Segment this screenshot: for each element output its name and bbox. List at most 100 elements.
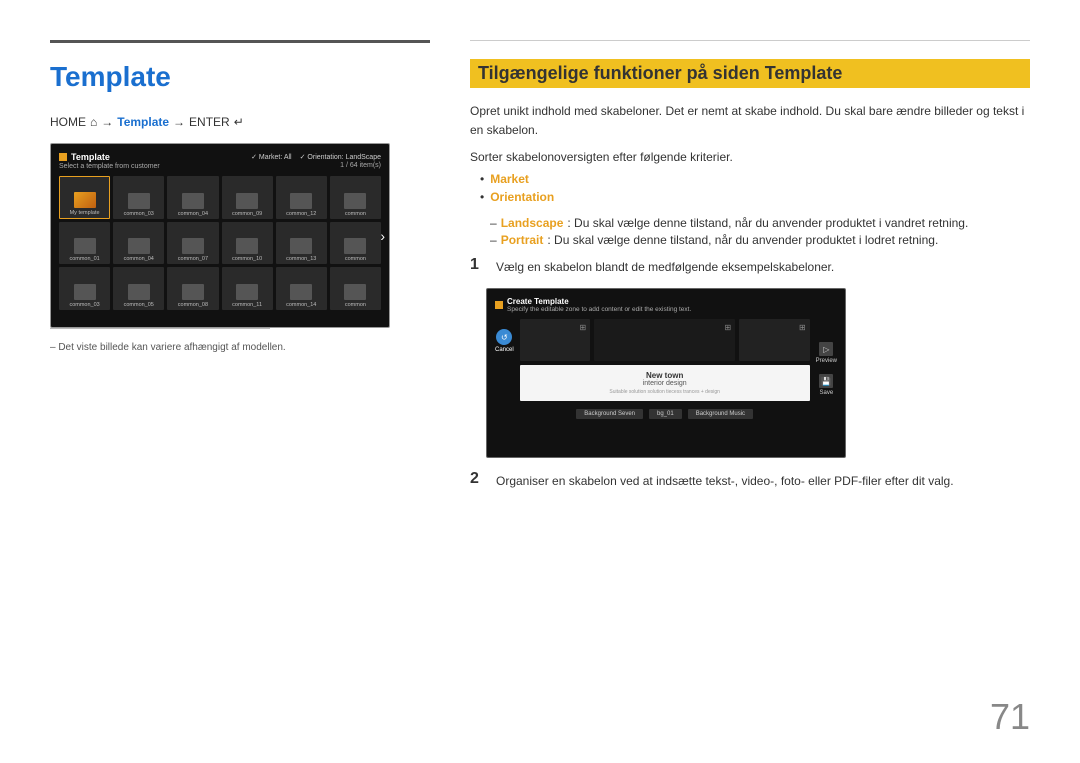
template-cell-my[interactable]: My template — [59, 176, 110, 219]
template-cell-16[interactable]: common_14 — [276, 267, 327, 310]
template-note: – Det viste billede kan variere afhængig… — [50, 342, 430, 353]
step-1-number: 1 — [470, 256, 486, 274]
cell-label-13: common_05 — [124, 302, 154, 308]
ct-subtitle: Specify the editable zone to add content… — [507, 306, 691, 313]
arrow2: → — [173, 115, 185, 129]
template-cell-14[interactable]: common_08 — [167, 267, 218, 310]
ct-screen-right: ⊞ — [739, 319, 810, 361]
cell-label-my: My template — [70, 210, 100, 216]
ct-body: ↺ Cancel ⊞ ⊞ ⊞ — [495, 319, 837, 419]
template-cell-8[interactable]: common_07 — [167, 222, 218, 265]
cell-label-9: common_10 — [232, 256, 262, 262]
left-column: Template HOME ⌂ → Template → ENTER ↵ Tem… — [50, 40, 430, 733]
page-title: Template — [50, 61, 430, 93]
cell-label-15: common_11 — [232, 302, 262, 308]
template-cell-12[interactable]: common_03 — [59, 267, 110, 310]
template-cell-13[interactable]: common_05 — [113, 267, 164, 310]
ct-screens: ⊞ ⊞ ⊞ — [520, 319, 810, 361]
cell-icon-10 — [290, 238, 312, 254]
template-nav-arrow-right[interactable]: › — [380, 228, 385, 244]
bullet-list: Market Orientation — [480, 172, 1030, 208]
cell-label-3: common_09 — [232, 211, 262, 217]
bullet-orientation: Orientation — [480, 190, 1030, 204]
enter-icon: ↵ — [234, 115, 244, 129]
cell-icon-14 — [182, 284, 204, 300]
template-ui-filters: ✓ Market: All ✓ Orientation: LandScape — [251, 153, 381, 161]
top-divider-left — [50, 40, 430, 43]
ct-footer-btn3[interactable]: Background Music — [688, 409, 753, 419]
template-cell-10[interactable]: common_13 — [276, 222, 327, 265]
screen-icon-main: ⊞ — [724, 323, 731, 332]
ct-text-box: New town interior design Suitable soluti… — [520, 365, 810, 401]
ct-preview-btn[interactable]: ▷ Preview — [816, 342, 837, 364]
cell-icon-6 — [74, 238, 96, 254]
arrow1: → — [101, 115, 113, 129]
cell-icon-17 — [344, 284, 366, 300]
ct-cancel-btn[interactable]: ↺ Cancel — [495, 329, 514, 353]
template-cell-2[interactable]: common_04 — [167, 176, 218, 219]
template-cell-5[interactable]: common — [330, 176, 381, 219]
cell-label-6: common_01 — [69, 256, 99, 262]
template-cell-3[interactable]: common_09 — [222, 176, 273, 219]
bullet-market: Market — [480, 172, 1030, 186]
template-cell-7[interactable]: common_04 — [113, 222, 164, 265]
cell-label-7: common_04 — [124, 256, 154, 262]
template-ui-mockup: Template Select a template from customer… — [50, 143, 390, 328]
template-cell-9[interactable]: common_10 — [222, 222, 273, 265]
screen-icon-right: ⊞ — [799, 323, 806, 332]
cell-label-2: common_04 — [178, 211, 208, 217]
ct-save-icon: 💾 — [819, 374, 833, 388]
cell-icon-11 — [344, 238, 366, 254]
cell-icon-9 — [236, 238, 258, 254]
ct-save-btn[interactable]: 💾 Save — [819, 374, 833, 396]
cell-label-8: common_07 — [178, 256, 208, 262]
filter-orientation: ✓ Orientation: LandScape — [300, 153, 381, 161]
template-cell-15[interactable]: common_11 — [222, 267, 273, 310]
cell-icon-4 — [290, 193, 312, 209]
template-cell-17[interactable]: common — [330, 267, 381, 310]
sub-landscape: Landscape : Du skal vælge denne tilstand… — [490, 216, 1030, 230]
template-cell-1[interactable]: common_03 — [113, 176, 164, 219]
template-cell-6[interactable]: common_01 — [59, 222, 110, 265]
template-cell-11[interactable]: common — [330, 222, 381, 265]
dash-line — [50, 328, 270, 329]
ct-right-panel: ▷ Preview 💾 Save — [816, 319, 837, 419]
cell-label-5: common — [345, 211, 366, 217]
ct-left-panel: ↺ Cancel — [495, 319, 514, 419]
cell-icon-my — [74, 192, 96, 208]
sort-line: Sorter skabelonoversigten efter følgende… — [470, 150, 1030, 164]
ct-text-small: Suitable solution solution tiecess tranc… — [530, 389, 800, 395]
ct-screen-main: ⊞ — [594, 319, 735, 361]
template-icon — [59, 153, 67, 161]
home-label: HOME — [50, 115, 86, 129]
sub-list: Landscape : Du skal vælge denne tilstand… — [490, 216, 1030, 250]
cell-icon-3 — [236, 193, 258, 209]
cell-icon-8 — [182, 238, 204, 254]
create-template-ui-mockup: Create Template Specify the editable zon… — [486, 288, 846, 458]
ct-preview-label: Preview — [816, 358, 837, 364]
cell-icon-16 — [290, 284, 312, 300]
cell-label-14: common_08 — [178, 302, 208, 308]
page-number: 71 — [990, 696, 1030, 738]
ct-footer-btn2[interactable]: bg_01 — [649, 409, 682, 419]
ct-footer-btn1[interactable]: Background Seven — [576, 409, 643, 419]
ct-icon — [495, 301, 503, 309]
sub-portrait: Portrait : Du skal vælge denne tilstand,… — [490, 233, 1030, 247]
cell-icon-1 — [128, 193, 150, 209]
ct-text-line2: interior design — [530, 380, 800, 387]
template-ui-title: Template — [59, 152, 160, 162]
cell-icon-7 — [128, 238, 150, 254]
template-cell-4[interactable]: common_12 — [276, 176, 327, 219]
cell-label-11: common — [345, 256, 366, 262]
ct-screen-left: ⊞ — [520, 319, 591, 361]
enter-label: ENTER — [189, 115, 230, 129]
step-1-text: Vælg en skabelon blandt de medfølgende e… — [496, 256, 834, 276]
screen-icon-left: ⊞ — [579, 323, 586, 332]
ct-center: ⊞ ⊞ ⊞ New town interior design Suitable … — [520, 319, 810, 419]
step-2-text: Organiser en skabelon ved at indsætte te… — [496, 470, 954, 490]
ct-save-label: Save — [819, 390, 833, 396]
template-link[interactable]: Template — [117, 115, 169, 129]
cell-label-12: common_03 — [69, 302, 99, 308]
cell-label-17: common — [345, 302, 366, 308]
section-title: Tilgængelige funktioner på siden Templat… — [470, 59, 1030, 88]
